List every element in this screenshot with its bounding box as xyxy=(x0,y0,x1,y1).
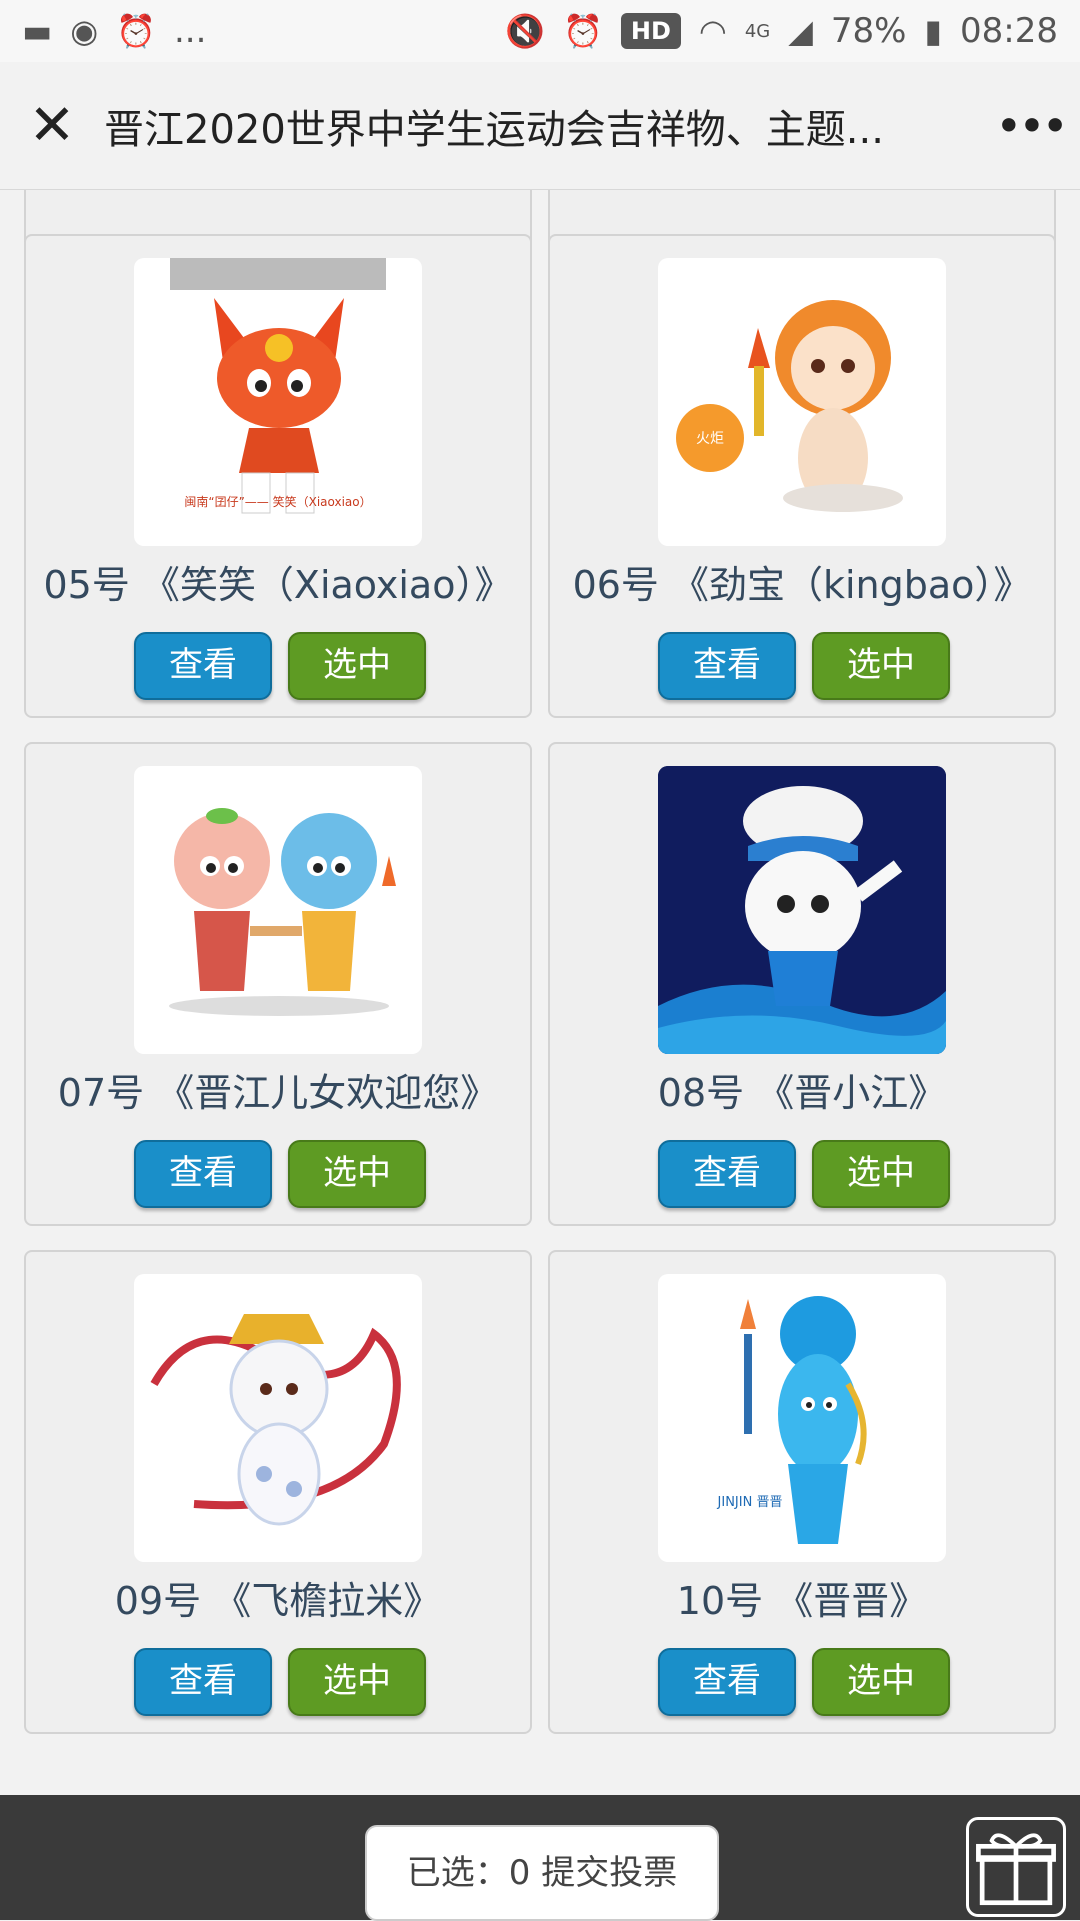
mascot-title: 07号 《晋江儿女欢迎您》 xyxy=(57,1071,499,1115)
mascot-caption-10: JINJIN 晋晋 xyxy=(717,1495,783,1510)
hd-badge: HD xyxy=(620,13,681,49)
view-button[interactable]: 查看 xyxy=(658,1140,796,1208)
mascot-image-05[interactable]: 闽南“囝仔”—— 笑笑（Xiaoxiao） xyxy=(134,258,422,546)
mascot-card-08: 08号 《晋小江》 查看 选中 xyxy=(548,742,1056,1226)
select-button[interactable]: 选中 xyxy=(812,632,950,700)
select-button[interactable]: 选中 xyxy=(288,1648,426,1716)
bottom-bar: 已选：0 提交投票 xyxy=(0,1795,1080,1921)
battery-percent: 78% xyxy=(830,11,907,51)
status-bar: ▬ ◉ ⏰ ... 🔇 ⏰ HD ◠ 4G ◢ 78% ▮ 08:28 xyxy=(0,0,1080,62)
mascot-image-09[interactable] xyxy=(134,1274,422,1562)
folder-icon: ▬ xyxy=(22,12,53,50)
alarm-icon: ⏰ xyxy=(563,12,603,50)
mute-icon: 🔇 xyxy=(505,12,546,50)
select-button[interactable]: 选中 xyxy=(812,1648,950,1716)
wifi-icon: ◠ xyxy=(698,12,727,50)
view-button[interactable]: 查看 xyxy=(134,632,272,700)
more-icon[interactable]: ••• xyxy=(980,99,1080,153)
music-icon: ◉ xyxy=(70,12,99,50)
mascot-image-07[interactable] xyxy=(134,766,422,1054)
close-icon[interactable]: ✕ xyxy=(0,93,104,158)
mascot-title: 10号 《晋晋》 xyxy=(676,1579,928,1623)
mascot-image-08[interactable] xyxy=(658,766,946,1054)
view-button[interactable]: 查看 xyxy=(134,1140,272,1208)
mascot-caption-05: 闽南“囝仔”—— 笑笑（Xiaoxiao） xyxy=(184,494,371,509)
mascot-card-06: 火炬 06号 《劲宝（kingbao）》 查看 选中 xyxy=(548,234,1056,718)
nav-bar: ✕ 晋江2020世界中学生运动会吉祥物、主题... ••• xyxy=(0,62,1080,190)
mascot-title: 08号 《晋小江》 xyxy=(657,1071,947,1115)
view-button[interactable]: 查看 xyxy=(658,1648,796,1716)
status-overflow: ... xyxy=(174,11,207,51)
mascot-card-05: 闽南“囝仔”—— 笑笑（Xiaoxiao） 05号 《笑笑（Xiaoxiao）》… xyxy=(24,234,532,718)
status-left: ▬ ◉ ⏰ ... xyxy=(22,11,206,51)
clock: 08:28 xyxy=(960,11,1058,51)
page-title: 晋江2020世界中学生运动会吉祥物、主题... xyxy=(104,106,884,153)
mascot-list[interactable]: 闽南“囝仔”—— 笑笑（Xiaoxiao） 05号 《笑笑（Xiaoxiao）》… xyxy=(0,190,1080,1795)
view-button[interactable]: 查看 xyxy=(658,632,796,700)
mascot-card-07: 07号 《晋江儿女欢迎您》 查看 选中 xyxy=(24,742,532,1226)
submit-vote-button[interactable]: 已选：0 提交投票 xyxy=(365,1825,719,1921)
select-button[interactable]: 选中 xyxy=(288,1140,426,1208)
mascot-image-06[interactable]: 火炬 xyxy=(658,258,946,546)
mascot-title: 09号 《飞檐拉米》 xyxy=(114,1579,442,1623)
signal-icon: ◢ xyxy=(788,12,813,50)
mascot-title: 06号 《劲宝（kingbao）》 xyxy=(572,563,1032,607)
mascot-title: 05号 《笑笑（Xiaoxiao）》 xyxy=(43,563,513,607)
mascot-card-10: JINJIN 晋晋 10号 《晋晋》 查看 选中 xyxy=(548,1250,1056,1734)
select-button[interactable]: 选中 xyxy=(812,1140,950,1208)
alarm-icon: ⏰ xyxy=(116,12,156,50)
mascot-image-10[interactable]: JINJIN 晋晋 xyxy=(658,1274,946,1562)
torch-badge: 火炬 xyxy=(696,431,724,447)
gift-icon[interactable] xyxy=(966,1817,1066,1917)
select-button[interactable]: 选中 xyxy=(288,632,426,700)
battery-icon: ▮ xyxy=(924,12,943,50)
mascot-card-09: 09号 《飞檐拉米》 查看 选中 xyxy=(24,1250,532,1734)
signal-label: 4G xyxy=(744,20,771,42)
view-button[interactable]: 查看 xyxy=(134,1648,272,1716)
status-right: 🔇 ⏰ HD ◠ 4G ◢ 78% ▮ 08:28 xyxy=(505,11,1058,51)
